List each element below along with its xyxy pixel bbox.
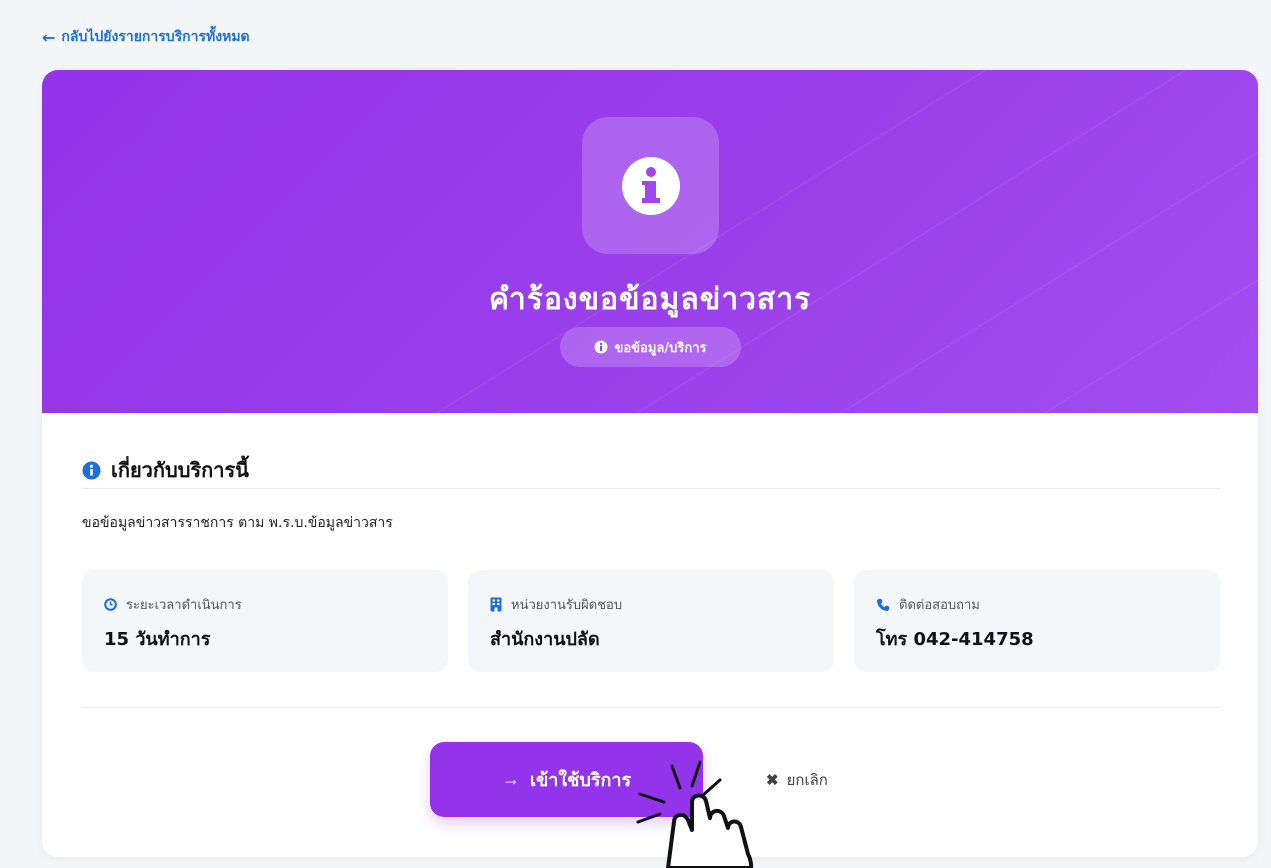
department-label: หน่วยงานรับผิดชอบ [490, 594, 622, 615]
department-value: สำนักงานปลัด [490, 629, 600, 650]
department-label-text: หน่วยงานรับผิดชอบ [511, 598, 623, 613]
duration-label-text: ระยะเวลาดำเนินการ [126, 598, 242, 613]
department-info-card: หน่วยงานรับผิดชอบ สำนักงานปลัด [468, 570, 834, 672]
duration-value: 15 วันทำการ [104, 629, 211, 650]
arrow-right-icon: → [501, 769, 520, 789]
service-description: ขอข้อมูลข่าวสารราชการ ตาม พ.ร.บ.ข้อมูลข่… [82, 515, 393, 531]
duration-label: ระยะเวลาดำเนินการ [104, 594, 242, 615]
about-heading-text: เกี่ยวกับบริการนี้ [111, 458, 249, 482]
pointer-hand-icon [636, 760, 754, 868]
contact-info-card: ติดต่อสอบถาม โทร 042-414758 [854, 570, 1220, 672]
back-to-services-link[interactable]: ← กลับไปยังรายการบริการทั้งหมด [42, 26, 250, 48]
category-badge: ขอข้อมูล/บริการ [560, 327, 741, 367]
service-icon-box [582, 117, 719, 254]
category-label: ขอข้อมูล/บริการ [614, 340, 707, 356]
clock-icon [104, 598, 117, 611]
service-title: คำร้องขอข้อมูลข่าวสาร [488, 282, 812, 317]
info-circle-icon [82, 461, 101, 479]
use-service-label: เข้าใช้บริการ [529, 770, 632, 790]
service-hero: คำร้องขอข้อมูลข่าวสาร ขอข้อมูล/บริการ [42, 70, 1258, 413]
about-section-heading: เกี่ยวกับบริการนี้ [82, 454, 249, 486]
info-circle-icon [594, 340, 608, 354]
hero-stripe [409, 70, 1175, 413]
service-card: คำร้องขอข้อมูลข่าวสาร ขอข้อมูล/บริการ เก… [42, 70, 1258, 857]
contact-label: ติดต่อสอบถาม [876, 594, 980, 615]
phone-icon [877, 598, 889, 611]
contact-value: โทร 042-414758 [876, 629, 1034, 650]
contact-label-text: ติดต่อสอบถาม [899, 598, 980, 613]
cancel-label: ยกเลิก [786, 772, 828, 789]
duration-info-card: ระยะเวลาดำเนินการ 15 วันทำการ [82, 570, 448, 672]
hero-stripe [669, 70, 1258, 413]
section-divider [82, 488, 1220, 489]
arrow-left-icon: ← [42, 27, 56, 47]
back-link-label: กลับไปยังรายการบริการทั้งหมด [61, 29, 250, 45]
building-icon [490, 597, 502, 612]
actions-divider [82, 707, 1220, 708]
hero-stripe [809, 81, 1258, 413]
info-circle-icon [621, 156, 680, 215]
